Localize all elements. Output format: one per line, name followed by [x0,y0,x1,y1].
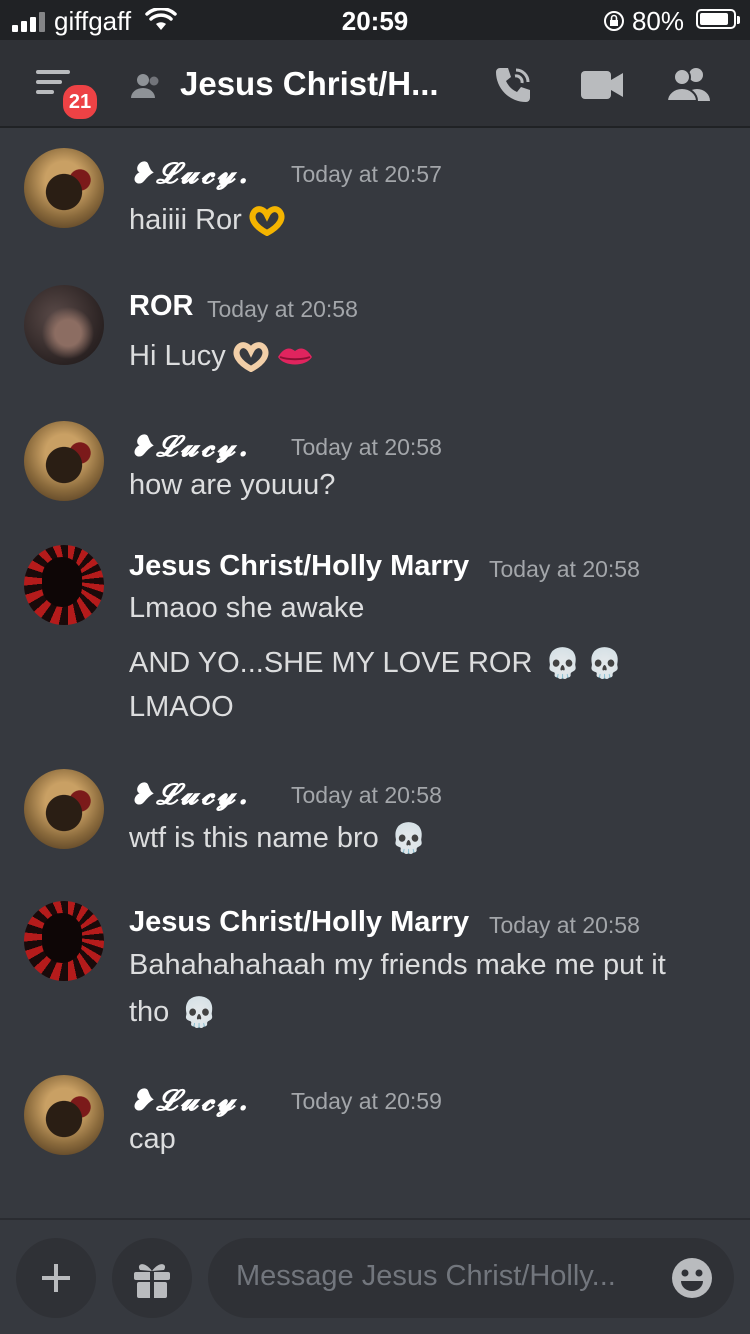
channel-title[interactable]: Jesus Christ/H... [180,65,439,103]
message-author[interactable]: ❥𝓛𝓾𝓬𝔂. [129,156,251,191]
message-text: cap [129,1123,176,1155]
attach-button[interactable] [16,1238,96,1318]
message-timestamp: Today at 20:58 [489,912,640,938]
lucy-avatar[interactable] [24,421,104,501]
message-author[interactable]: ROR [129,290,193,323]
message-text: tho 💀 [129,996,218,1030]
plus-icon [42,1264,70,1292]
video-icon[interactable] [580,70,624,100]
message-author[interactable]: ❥𝓛𝓾𝓬𝔂. [129,1083,251,1118]
skull-emoji: 💀 [181,997,218,1030]
battery-icon [696,9,740,29]
message-timestamp: Today at 20:58 [291,782,442,808]
message-timestamp: Today at 20:58 [291,434,442,460]
call-icon[interactable] [492,64,534,106]
heart-hands-emoji [249,206,285,237]
menu-button[interactable]: 21 [34,68,100,122]
gift-icon [134,1264,170,1298]
message-author[interactable]: ❥𝓛𝓾𝓬𝔂. [129,429,251,464]
skull-emoji: 💀 [586,648,623,681]
message-text: AND YO...SHE MY LOVE ROR 💀 💀 [129,647,623,681]
gift-button[interactable] [112,1238,192,1318]
message-text: LMAOO [129,691,234,723]
message-text: how are youuu? [129,469,336,501]
message-text: Hi Lucy [129,340,314,373]
message-timestamp: Today at 20:59 [291,1088,442,1114]
message-text: Bahahahahaah my friends make me put it [129,949,666,981]
message-list[interactable]: ❥𝓛𝓾𝓬𝔂. Today at 20:57 haiiii Ror ROR Tod… [0,130,750,1218]
message-timestamp: Today at 20:58 [207,296,358,322]
message-author[interactable]: ❥𝓛𝓾𝓬𝔂. [129,777,251,812]
message-author[interactable]: Jesus Christ/Holly Marry [129,550,469,583]
message-author[interactable]: Jesus Christ/Holly Marry [129,906,469,939]
unread-badge: 21 [60,82,100,122]
message-text: wtf is this name bro 💀 [129,822,427,856]
members-icon[interactable] [666,66,712,102]
lucy-avatar[interactable] [24,1075,104,1155]
dm-user-icon [131,74,159,98]
emoji-icon[interactable] [670,1256,714,1300]
jesus-avatar[interactable] [24,545,104,625]
message-composer: Message Jesus Christ/Holly... [0,1218,750,1334]
skull-emoji: 💀 [390,823,427,856]
lips-emoji [277,348,312,365]
message-input-placeholder: Message Jesus Christ/Holly... [236,1260,616,1292]
message-text: Lmaoo she awake [129,592,365,624]
message-text: haiiii Ror [129,204,286,237]
jesus-avatar[interactable] [24,901,104,981]
lucy-avatar[interactable] [24,769,104,849]
channel-header: 21 Jesus Christ/H... [0,40,750,128]
skull-emoji: 💀 [544,648,581,681]
ror-avatar[interactable] [24,285,104,365]
message-timestamp: Today at 20:57 [291,161,442,187]
rotation-lock-icon [604,11,624,31]
lucy-avatar[interactable] [24,148,104,228]
message-timestamp: Today at 20:58 [489,556,640,582]
heart-hands-emoji [233,342,269,373]
battery-percent: 80% [631,6,684,36]
status-bar: giffgaff 20:59 80% [0,0,750,40]
message-input[interactable]: Message Jesus Christ/Holly... [208,1238,734,1318]
